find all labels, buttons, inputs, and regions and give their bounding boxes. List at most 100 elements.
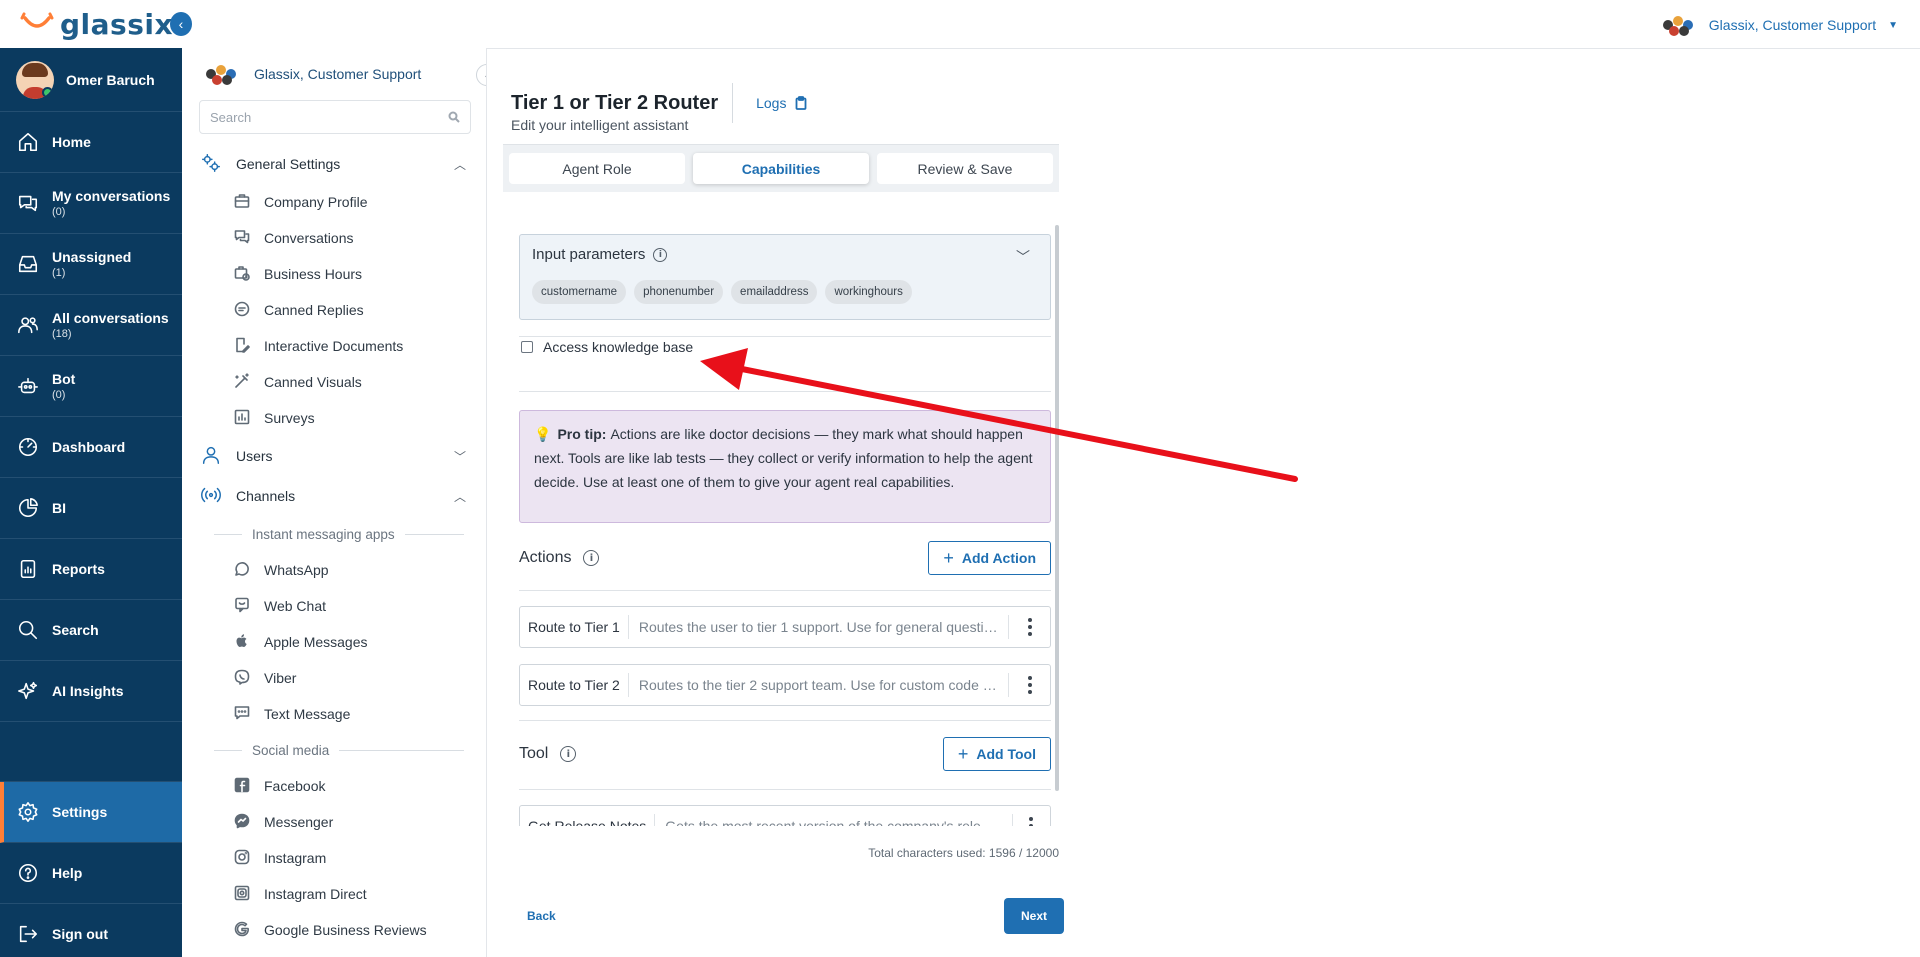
settings-search-input[interactable] <box>210 109 430 125</box>
input-parameters-card[interactable]: Input parameters i ﹀ customername phonen… <box>519 234 1051 320</box>
settings-item-company-profile[interactable]: Company Profile <box>182 184 486 220</box>
channel-messenger[interactable]: Messenger <box>182 804 486 840</box>
actions-title: Actions i <box>519 549 600 567</box>
users-icon <box>16 313 40 337</box>
chevron-down-icon: ﹀ <box>453 449 466 464</box>
tool-title: Tool i <box>519 745 577 763</box>
nav-item-bot[interactable]: Bot (0) <box>0 356 182 417</box>
action-description-text: Routes the user to tier 1 support. Use f… <box>638 619 998 635</box>
nav-item-sign-out[interactable]: Sign out <box>0 904 182 957</box>
next-button[interactable]: Next <box>1004 898 1064 934</box>
logs-link[interactable]: Logs <box>756 95 808 111</box>
settings-org-header: Glassix, Customer Support <box>182 56 486 92</box>
collapse-nav-button[interactable]: ‹ <box>170 12 192 36</box>
briefcase-icon <box>234 193 250 212</box>
settings-item-surveys[interactable]: Surveys <box>182 400 486 436</box>
section-general-settings[interactable]: General Settings ︿ <box>182 144 486 184</box>
channel-web-chat[interactable]: Web Chat <box>182 588 486 624</box>
section-channels[interactable]: Channels ︿ <box>182 476 486 516</box>
nav-item-settings[interactable]: Settings <box>0 782 182 843</box>
channel-facebook[interactable]: Facebook <box>182 768 486 804</box>
settings-item-canned-replies[interactable]: Canned Replies <box>182 292 486 328</box>
action-row-route-tier-1[interactable]: Route to Tier 1 Routes the user to tier … <box>519 606 1051 648</box>
nav-item-dashboard[interactable]: Dashboard <box>0 417 182 478</box>
nav-item-home[interactable]: Home <box>0 112 182 173</box>
search-icon <box>448 111 460 123</box>
parameter-chip: emailaddress <box>731 280 818 304</box>
nav-item-help[interactable]: Help <box>0 843 182 904</box>
channel-google-business-reviews[interactable]: Google Business Reviews <box>182 912 486 948</box>
add-action-button[interactable]: + Add Action <box>928 541 1051 575</box>
settings-org-name: Glassix, Customer Support <box>254 66 422 82</box>
more-options-icon[interactable] <box>1013 817 1050 826</box>
info-icon[interactable]: i <box>560 746 577 762</box>
channel-text-message[interactable]: Text Message <box>182 696 486 732</box>
channel-label: Messenger <box>264 814 334 830</box>
robot-icon <box>16 374 40 398</box>
more-options-icon[interactable] <box>1010 618 1050 636</box>
chat-icon <box>16 191 40 215</box>
tab-review-save[interactable]: Review & Save <box>877 153 1053 184</box>
nav-item-unassigned[interactable]: Unassigned (1) <box>0 234 182 295</box>
document-edit-icon <box>234 337 250 356</box>
nav-item-bi[interactable]: BI <box>0 478 182 539</box>
knowledge-base-checkbox[interactable] <box>521 341 533 353</box>
capabilities-panel: Input parameters i ﹀ customername phonen… <box>503 221 1059 826</box>
add-tool-button[interactable]: + Add Tool <box>942 737 1051 771</box>
channel-instagram-direct[interactable]: Instagram Direct <box>182 876 486 912</box>
group-instant-messaging: Instant messaging apps <box>182 516 486 552</box>
tool-row-get-release-notes[interactable]: Get Release Notes Gets the most recent v… <box>519 805 1051 826</box>
glassix-logo[interactable]: glassix <box>20 8 173 41</box>
org-selector[interactable]: Glassix, Customer Support ▼ <box>1661 14 1898 36</box>
channel-apple-messages[interactable]: Apple Messages <box>182 624 486 660</box>
channel-whatsapp[interactable]: WhatsApp <box>182 552 486 588</box>
settings-item-canned-visuals[interactable]: Canned Visuals <box>182 364 486 400</box>
plus-icon: + <box>943 548 954 568</box>
parameter-chip: customername <box>532 280 627 304</box>
chevron-down-icon[interactable]: ﹀ <box>1016 247 1030 267</box>
action-description: Routes to the tier 2 support team. Use f… <box>629 673 1009 697</box>
parameter-chip: workinghours <box>825 280 912 304</box>
online-status-dot <box>42 86 53 98</box>
section-users[interactable]: Users ﹀ <box>182 436 486 476</box>
action-row-route-tier-2[interactable]: Route to Tier 2 Routes to the tier 2 sup… <box>519 664 1051 706</box>
sms-icon <box>234 705 250 724</box>
nav-count: (18) <box>52 328 72 340</box>
settings-item-business-hours[interactable]: Business Hours <box>182 256 486 292</box>
nav-item-ai-insights[interactable]: AI Insights <box>0 661 182 722</box>
nav-item-all-conversations[interactable]: All conversations (18) <box>0 295 182 356</box>
tab-capabilities[interactable]: Capabilities <box>693 153 869 184</box>
action-name: Route to Tier 1 <box>520 615 629 639</box>
help-icon <box>16 861 40 885</box>
settings-search[interactable] <box>199 100 471 134</box>
divider <box>519 391 1051 392</box>
main-navigation: glassix ‹ Omer Baruch Home My conversati… <box>0 0 192 957</box>
broadcast-icon <box>200 484 222 509</box>
user-profile[interactable]: Omer Baruch <box>0 48 182 112</box>
back-button[interactable]: Back <box>527 909 556 923</box>
nav-item-search[interactable]: Search <box>0 600 182 661</box>
nav-label: Unassigned (1) <box>52 249 131 279</box>
more-options-icon[interactable] <box>1010 676 1050 694</box>
divider <box>519 336 1051 337</box>
action-description-text: Routes to the tier 2 support team. Use f… <box>638 677 998 693</box>
tab-agent-role[interactable]: Agent Role <box>509 153 685 184</box>
channel-instagram[interactable]: Instagram <box>182 840 486 876</box>
main-content: Tier 1 or Tier 2 Router Logs Edit your i… <box>488 49 1920 957</box>
apple-icon <box>234 633 250 652</box>
channel-viber[interactable]: Viber <box>182 660 486 696</box>
nav-item-my-conversations[interactable]: My conversations (0) <box>0 173 182 234</box>
info-icon[interactable]: i <box>583 550 600 566</box>
settings-item-conversations[interactable]: Conversations <box>182 220 486 256</box>
actions-label: Actions <box>519 549 572 566</box>
web-chat-icon <box>234 597 250 616</box>
nav-item-reports[interactable]: Reports <box>0 539 182 600</box>
settings-item-interactive-documents[interactable]: Interactive Documents <box>182 328 486 364</box>
search-icon <box>16 618 40 642</box>
knowledge-base-option[interactable]: Access knowledge base <box>521 339 693 355</box>
divider <box>519 590 1051 591</box>
logo-text: glassix <box>60 8 174 41</box>
magic-wand-icon <box>234 372 250 392</box>
info-icon[interactable]: i <box>653 247 668 262</box>
panel-scrollbar[interactable] <box>1055 225 1059 791</box>
